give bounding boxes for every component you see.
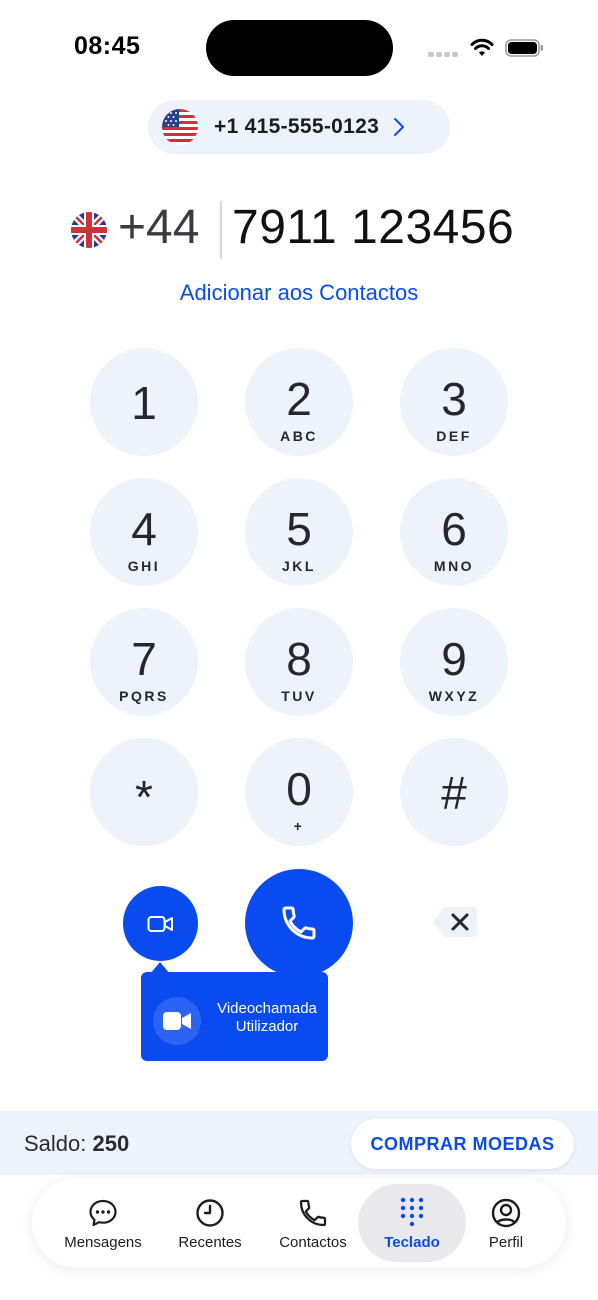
tab-label: Recentes <box>178 1234 242 1251</box>
uk-flag-icon[interactable] <box>71 212 107 248</box>
number-divider <box>220 201 222 259</box>
status-time: 08:45 <box>74 32 141 60</box>
tab-label: Teclado <box>384 1234 440 1251</box>
video-camera-icon <box>163 1012 191 1030</box>
profile-icon <box>490 1196 522 1230</box>
backspace-icon[interactable] <box>432 905 478 939</box>
key-4[interactable]: 4 GHI <box>90 478 198 586</box>
key-digit: 2 <box>286 373 312 425</box>
key-0[interactable]: 0 + <box>245 738 353 846</box>
video-call-tooltip[interactable]: Videochamada Utilizador <box>141 972 328 1061</box>
video-camera-icon <box>147 915 173 932</box>
key-2[interactable]: 2 ABC <box>245 348 353 456</box>
key-digit: * <box>135 771 153 823</box>
key-letters: PQRS <box>119 688 169 704</box>
tooltip-icon-circle <box>153 997 201 1045</box>
key-3[interactable]: 3 DEF <box>400 348 508 456</box>
keypad-icon <box>398 1196 426 1230</box>
clock-icon <box>194 1196 226 1230</box>
key-8[interactable]: 8 TUV <box>245 608 353 716</box>
key-1[interactable]: 1 <box>90 348 198 456</box>
key-7[interactable]: 7 PQRS <box>90 608 198 716</box>
tooltip-line-2: Utilizador <box>235 1018 299 1035</box>
tab-bar: Mensagens Recentes Contactos Teclado Per… <box>32 1178 566 1268</box>
balance-bar: Saldo: 250 COMPRAR MOEDAS <box>0 1111 598 1175</box>
key-digit: 3 <box>441 373 467 425</box>
us-flag-icon <box>162 109 198 145</box>
message-icon <box>87 1196 119 1230</box>
key-star[interactable]: * <box>90 738 198 846</box>
key-9[interactable]: 9 WXYZ <box>400 608 508 716</box>
key-letters: MNO <box>433 558 475 574</box>
key-digit: 8 <box>286 633 312 685</box>
tab-label: Perfil <box>488 1234 524 1251</box>
dialed-number-display: +44 7911 123456 <box>0 198 598 264</box>
tab-contactos[interactable]: Contactos <box>264 1184 362 1262</box>
phone-icon <box>282 906 316 940</box>
balance-text: Saldo: 250 <box>24 1131 129 1157</box>
tab-recentes[interactable]: Recentes <box>160 1184 260 1262</box>
tooltip-text: Videochamada Utilizador <box>207 1000 327 1036</box>
key-6[interactable]: 6 MNO <box>400 478 508 586</box>
key-digit: 4 <box>131 503 157 555</box>
buy-coins-button[interactable]: COMPRAR MOEDAS <box>351 1119 574 1169</box>
key-letters: ABC <box>280 428 318 444</box>
key-digit: 0 <box>286 763 312 815</box>
key-letters: GHI <box>127 558 161 574</box>
wifi-icon <box>470 38 494 56</box>
key-digit: 1 <box>131 377 157 429</box>
key-digit: 5 <box>286 503 312 555</box>
tab-label: Mensagens <box>64 1234 142 1251</box>
key-letters: DEF <box>436 428 472 444</box>
key-letters: TUV <box>281 688 317 704</box>
video-call-button[interactable] <box>123 886 198 961</box>
chevron-right-icon <box>394 118 405 136</box>
key-digit: 6 <box>441 503 467 555</box>
tab-label: Contactos <box>279 1234 347 1251</box>
tab-mensagens[interactable]: Mensagens <box>52 1184 154 1262</box>
add-to-contacts-link[interactable]: Adicionar aos Contactos <box>0 280 598 306</box>
country-code: +44 <box>118 201 200 254</box>
key-digit: # <box>441 767 467 819</box>
dynamic-island <box>206 20 393 76</box>
key-digit: 9 <box>441 633 467 685</box>
cellular-signal-icon <box>428 52 458 57</box>
key-letters: JKL <box>282 558 316 574</box>
tab-perfil[interactable]: Perfil <box>464 1184 548 1262</box>
caller-id-selector[interactable]: +1 415-555-0123 <box>148 100 450 154</box>
dialed-number: 7911 123456 <box>232 201 515 254</box>
balance-label: Saldo: <box>24 1131 87 1156</box>
key-hash[interactable]: # <box>400 738 508 846</box>
phone-icon <box>297 1196 329 1230</box>
balance-value: 250 <box>92 1131 130 1156</box>
key-letters: WXYZ <box>428 688 480 704</box>
tooltip-line-1: Videochamada <box>217 1000 317 1017</box>
key-digit: 7 <box>131 633 157 685</box>
battery-icon <box>505 39 543 57</box>
key-5[interactable]: 5 JKL <box>245 478 353 586</box>
caller-id-number: +1 415-555-0123 <box>214 115 380 138</box>
tab-teclado[interactable]: Teclado <box>358 1184 466 1262</box>
key-letters: + <box>293 818 305 834</box>
call-button[interactable] <box>245 869 353 977</box>
